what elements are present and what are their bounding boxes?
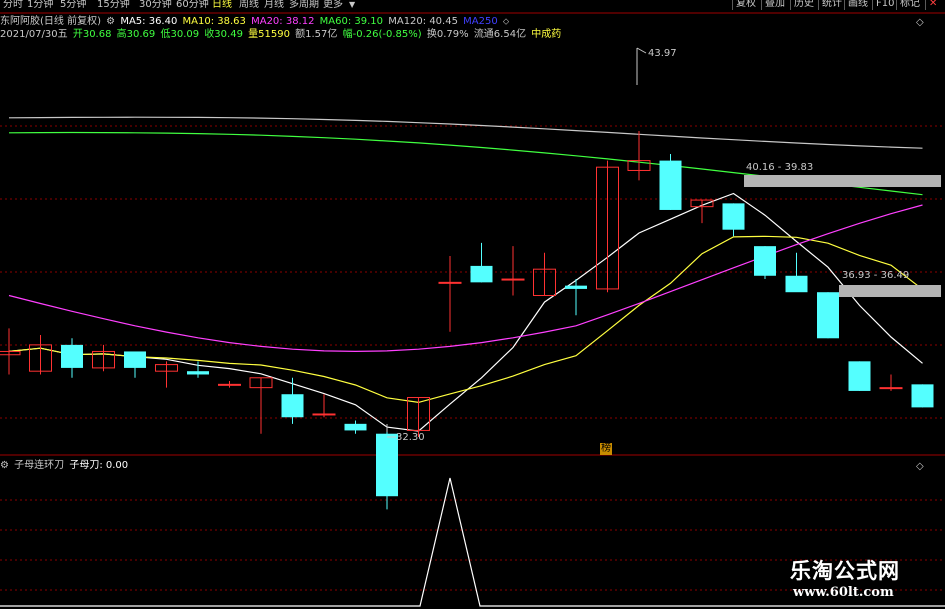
box1-label: 40.16 - 39.83 bbox=[746, 162, 814, 173]
candle-body bbox=[754, 246, 776, 276]
candlesticks bbox=[0, 130, 934, 510]
candle-body bbox=[124, 351, 146, 368]
ma20-line bbox=[8, 204, 923, 353]
candle-body bbox=[785, 275, 808, 293]
indicator-header: ⚙ 子母连环刀 子母刀: 0.00 bbox=[0, 460, 130, 472]
indicator-value: 子母刀: 0.00 bbox=[69, 460, 129, 471]
rank-badge[interactable]: 榜 bbox=[600, 443, 612, 455]
low-price-label: 32.30 bbox=[396, 432, 425, 443]
candle-body bbox=[722, 203, 745, 230]
resistance-box-2 bbox=[839, 285, 941, 297]
indicator-settings-icon[interactable]: ⚙ bbox=[0, 460, 9, 471]
box2-label: 36.93 - 36.49 bbox=[842, 270, 910, 281]
resistance-box-1 bbox=[744, 175, 941, 187]
candle-body bbox=[0, 350, 21, 356]
candle-body bbox=[61, 344, 83, 368]
ma10-line bbox=[8, 235, 923, 404]
grid-lines bbox=[0, 12, 945, 591]
candle-body bbox=[565, 285, 587, 289]
high-price-label: 43.97 bbox=[648, 48, 677, 59]
candle-body bbox=[187, 371, 209, 375]
kline-chart[interactable] bbox=[0, 0, 945, 609]
ma5-line bbox=[8, 192, 923, 432]
watermark-title: 乐淘公式网 bbox=[790, 559, 900, 583]
indicator-name[interactable]: 子母连环刀 bbox=[14, 460, 64, 471]
candle-body bbox=[659, 160, 682, 210]
candle-body bbox=[817, 292, 839, 339]
high-arrow bbox=[636, 47, 647, 54]
candle-body bbox=[438, 281, 462, 284]
candle-body bbox=[312, 413, 336, 416]
candle-body bbox=[911, 384, 934, 408]
candle-body bbox=[501, 278, 525, 281]
candle-body bbox=[848, 361, 871, 391]
indicator-diamond-icon[interactable]: ◇ bbox=[916, 461, 924, 472]
candle-body bbox=[470, 265, 493, 283]
candle-body bbox=[218, 383, 241, 386]
candle-body bbox=[879, 387, 903, 390]
candle-body bbox=[281, 394, 304, 418]
watermark-url: www.60lt.com bbox=[793, 585, 894, 600]
candle-body bbox=[344, 423, 367, 431]
candle-body bbox=[376, 433, 398, 497]
